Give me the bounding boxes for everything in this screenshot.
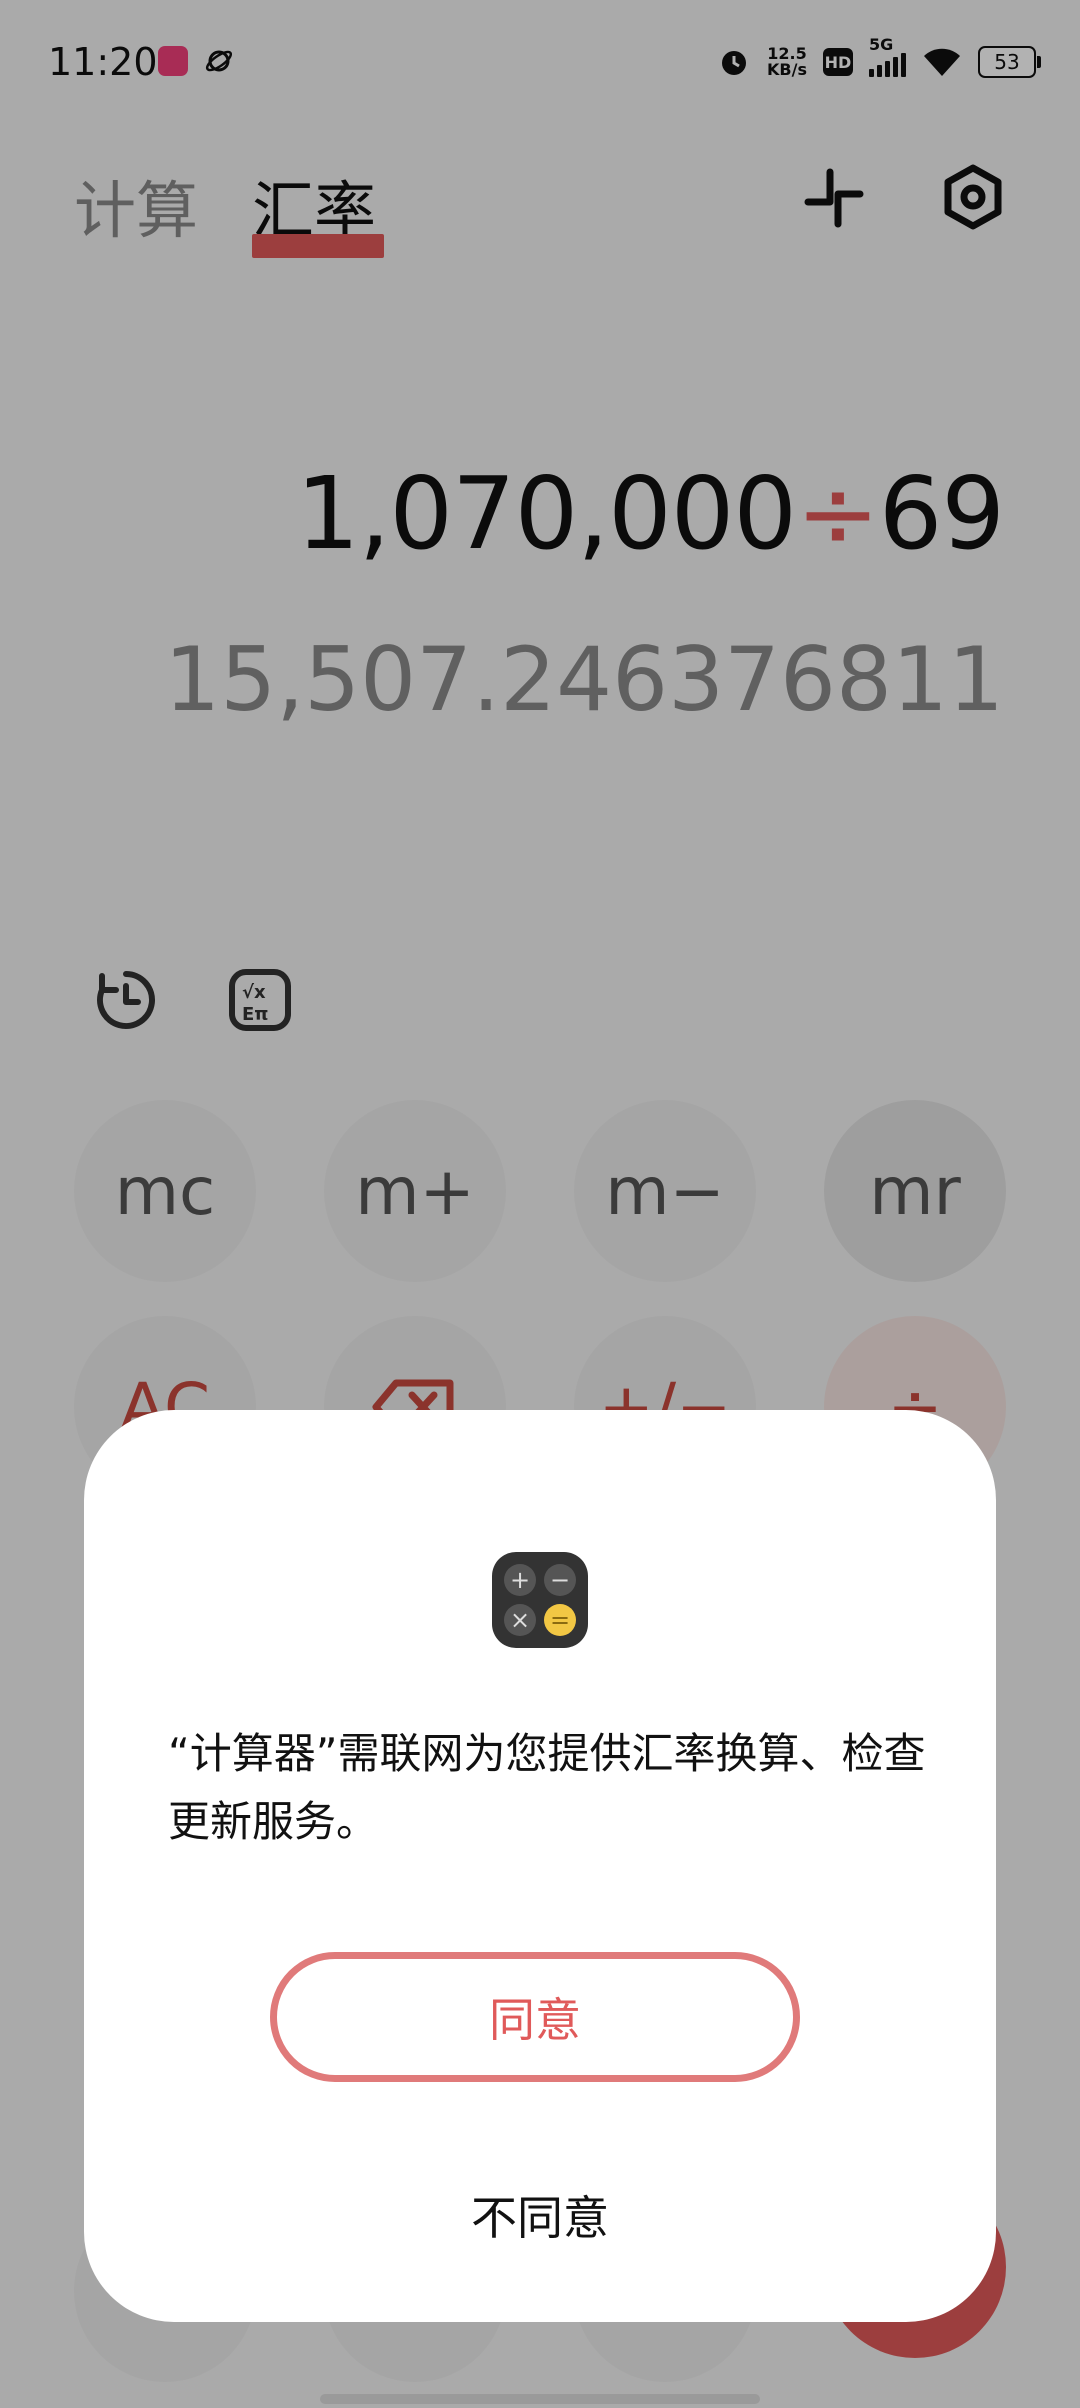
- calculator-screen: 11:20 12.5 KB/s HD 5G 53 计算 汇率 1,070,000…: [0, 0, 1080, 2408]
- network-permission-dialog: + − × = “计算器”需联网为您提供汇率换算、检查更新服务。 同意 不同意: [84, 1410, 996, 2322]
- dialog-message: “计算器”需联网为您提供汇率换算、检查更新服务。: [168, 1729, 926, 1846]
- calculator-app-icon: + − × =: [492, 1552, 588, 1648]
- disagree-button[interactable]: 不同意: [370, 2170, 710, 2260]
- agree-button[interactable]: 同意: [270, 1952, 800, 2082]
- home-indicator[interactable]: [320, 2394, 760, 2404]
